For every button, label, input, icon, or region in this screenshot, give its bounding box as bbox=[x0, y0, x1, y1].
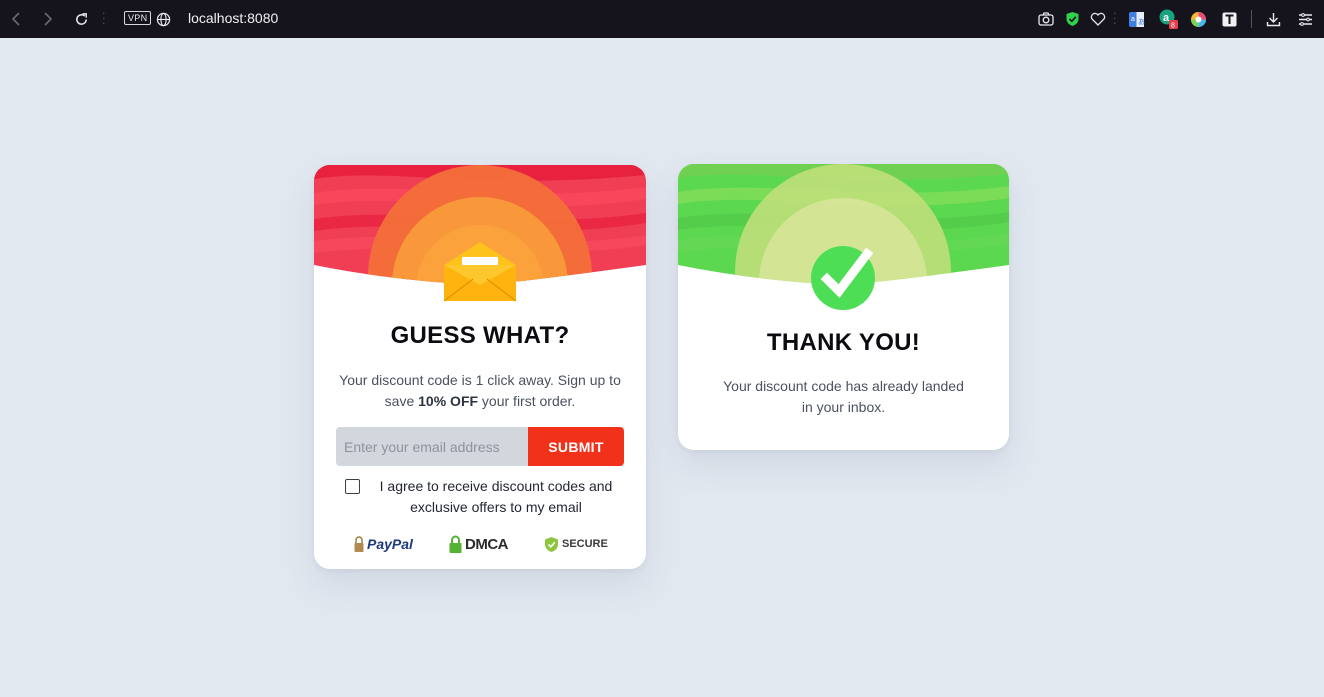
menu-dots-icon: · · · bbox=[102, 7, 106, 30]
translate-extension-icon[interactable]: aあ bbox=[1127, 9, 1145, 29]
vpn-badge[interactable]: VPN bbox=[124, 11, 152, 25]
dmca-lock-icon bbox=[449, 535, 462, 553]
divider-dots-icon: · · · bbox=[1113, 7, 1117, 30]
consent-label: I agree to receive discount codes and ex… bbox=[379, 478, 613, 515]
back-icon[interactable] bbox=[8, 9, 24, 29]
globe-icon[interactable] bbox=[154, 9, 172, 29]
address-bar[interactable]: localhost:8080 bbox=[188, 10, 278, 26]
discount-highlight: 10% OFF bbox=[418, 393, 479, 409]
svg-text:a: a bbox=[1131, 16, 1135, 23]
thank-you-title: THANK YOU! bbox=[766, 329, 921, 356]
envelope-percent-icon: % bbox=[443, 242, 517, 302]
svg-text:あ: あ bbox=[1138, 18, 1145, 26]
optin-description: Your discount code is 1 click away. Sign… bbox=[339, 372, 621, 409]
reload-icon[interactable] bbox=[72, 9, 90, 29]
browser-toolbar: · · · VPN localhost:8080 · · · aあ a8 bbox=[0, 0, 1324, 38]
optin-title: GUESS WHAT? bbox=[390, 322, 570, 349]
thank-you-card: THANK YOU! Your discount code has alread… bbox=[678, 164, 1009, 450]
email-form: SUBMIT bbox=[336, 427, 624, 466]
svg-text:a: a bbox=[1163, 12, 1170, 24]
thank-you-description: Your discount code has already landed in… bbox=[723, 378, 964, 415]
settings-menu-icon[interactable] bbox=[1296, 9, 1314, 29]
consent-checkbox[interactable] bbox=[345, 479, 360, 494]
grammar-extension-icon[interactable]: a8 bbox=[1158, 9, 1180, 30]
download-icon[interactable] bbox=[1264, 9, 1282, 29]
discount-optin-card: % GUESS WHAT? Your discount code is 1 cl… bbox=[314, 165, 646, 569]
forward-icon[interactable] bbox=[40, 9, 56, 29]
email-input[interactable] bbox=[336, 427, 528, 466]
submit-button[interactable]: SUBMIT bbox=[528, 427, 624, 466]
heart-icon[interactable] bbox=[1089, 9, 1107, 29]
paypal-badge: PayPal bbox=[354, 532, 413, 556]
secure-shield-icon bbox=[545, 536, 558, 552]
text-extension-icon[interactable] bbox=[1220, 9, 1238, 29]
success-check-icon bbox=[811, 246, 875, 310]
toolbar-separator bbox=[1251, 10, 1252, 28]
consent-row: I agree to receive discount codes and ex… bbox=[345, 476, 615, 520]
shield-icon[interactable] bbox=[1063, 9, 1081, 29]
color-picker-icon[interactable] bbox=[1189, 9, 1207, 29]
camera-icon[interactable] bbox=[1037, 9, 1055, 29]
svg-text:8: 8 bbox=[1171, 23, 1175, 30]
trust-badges: PayPal DMCA SECURE bbox=[314, 532, 646, 556]
dmca-badge: DMCA bbox=[449, 532, 509, 556]
padlock-icon bbox=[354, 536, 364, 552]
secure-badge: SECURE bbox=[544, 532, 608, 556]
